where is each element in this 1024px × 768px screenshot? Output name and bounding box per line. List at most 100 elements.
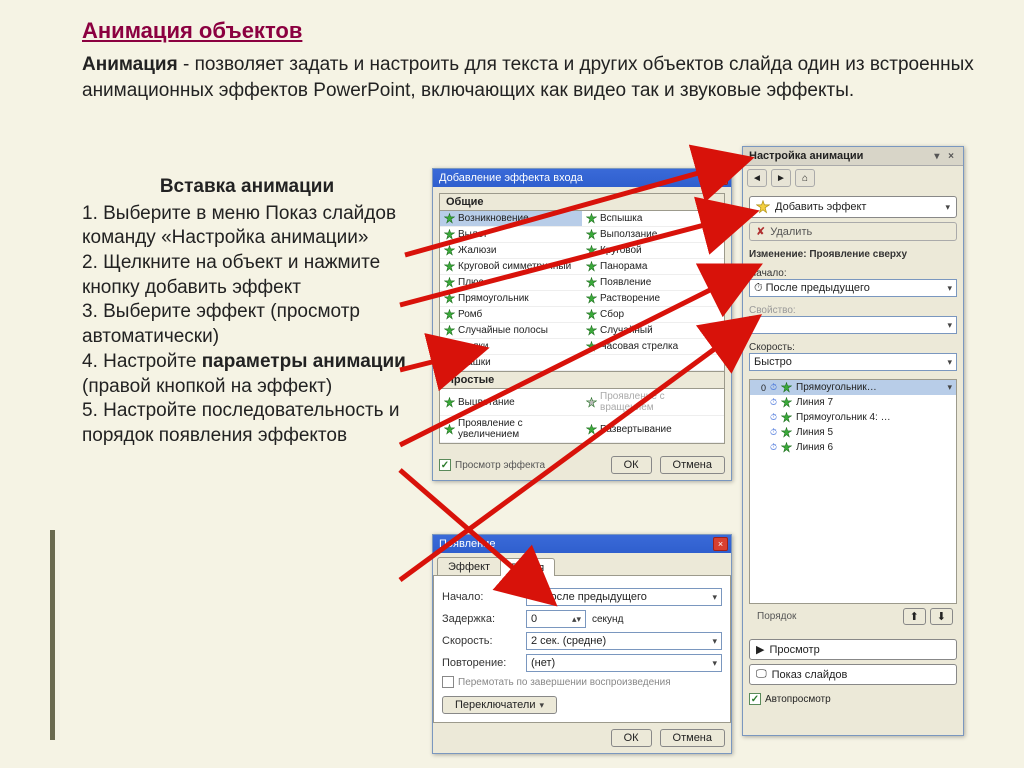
effects-grid-common[interactable]: ВозникновениеВспышкаВылетВыползаниеЖалюз… [439,211,725,372]
timing-dialog: Появление × Эффект Время Начало: ⏱ После… [432,534,732,754]
order-label: Порядок [753,611,796,622]
nav-fwd-icon[interactable]: ► [771,169,791,187]
page-title: Анимация объектов [0,0,1024,52]
step-2: 2. Щелкните на объект и нажмите кнопку д… [82,251,412,300]
tab-effect[interactable]: Эффект [437,557,501,575]
effect-item[interactable]: Выползание [582,227,724,243]
star-icon [781,382,792,393]
nav-back-icon[interactable]: ◄ [747,169,767,187]
repeat-select[interactable]: (нет)▾ [526,654,722,672]
star-icon [586,277,597,288]
effect-item[interactable]: Вылет [440,227,582,243]
delete-icon: ✘ [756,225,765,238]
effect-item[interactable]: Возникновение [440,211,582,227]
effect-item[interactable]: Часовая стрелка [582,339,724,355]
nav-home-icon[interactable]: ⌂ [795,169,815,187]
effect-item[interactable]: Выцветание [440,389,582,416]
delete-button[interactable]: ✘ Удалить [749,222,957,241]
effect-item[interactable]: Плюс [440,275,582,291]
effect-item[interactable]: Вспышка [582,211,724,227]
star-icon [781,442,792,453]
start-label: Начало: [442,591,520,603]
play-button[interactable]: ▶Просмотр [749,639,957,660]
close-icon[interactable]: × [713,171,728,185]
clock-icon: ⏱ [770,412,777,423]
clock-icon: ⏱ [770,382,777,393]
decorative-rule [50,530,55,740]
group-simple: Простые [439,372,725,389]
effect-item[interactable]: Случайный [582,323,724,339]
instruction-steps: Вставка анимации 1. Выберите в меню Пока… [82,175,412,449]
animation-task-pane: Настройка анимации ▾ × ◄ ► ⌂ Добавить эф… [742,146,964,736]
star-icon [586,309,597,320]
animation-list-item[interactable]: ⏱Линия 5 [750,425,956,440]
change-header: Изменение: Проявление сверху [749,249,957,260]
star-icon [444,261,455,272]
dialog-titlebar: Появление × [433,535,731,553]
effect-item[interactable]: Ромб [440,307,582,323]
effect-item[interactable]: Проявление с вращением [582,389,724,416]
pane-title: Настройка анимации [749,150,863,162]
effect-item[interactable]: Сбор [582,307,724,323]
play-icon: ▶ [756,643,764,656]
start-label: Начало: [749,268,957,279]
ok-button[interactable]: ОК [611,729,652,747]
star-icon [444,325,455,336]
delay-unit: секунд [592,614,623,625]
effect-item[interactable]: Появление [582,275,724,291]
add-effect-dialog: Добавление эффекта входа × Общие Возникн… [432,168,732,481]
intro-bold: Анимация [82,54,178,75]
star-icon [444,357,455,368]
pane-speed-select[interactable]: Быстро▾ [749,353,957,371]
star-icon [586,325,597,336]
tab-time[interactable]: Время [500,558,555,576]
effect-item[interactable] [582,355,724,371]
animation-list-item[interactable]: ⏱Прямоугольник 4: … [750,410,956,425]
start-select[interactable]: ⏱ После предыдущего▾ [526,588,722,606]
autopreview-checkbox[interactable]: ✓Автопросмотр [743,689,963,709]
pane-start-select[interactable]: ⏱ После предыдущего▾ [749,279,957,297]
effect-item[interactable]: Жалюзи [440,243,582,259]
star-icon [586,341,597,352]
close-icon[interactable]: × [713,537,728,551]
effect-item[interactable]: Развертывание [582,416,724,443]
effects-grid-simple[interactable]: ВыцветаниеПроявление с вращениемПроявлен… [439,389,725,444]
step-3: 3. Выберите эффект (просмотр автоматичес… [82,300,412,349]
delay-spinner[interactable]: 0▴▾ [526,610,586,628]
effect-item[interactable]: Проявление с увеличением [440,416,582,443]
animation-list-item[interactable]: ⏱Линия 7 [750,395,956,410]
pane-controls[interactable]: ▾ × [934,151,957,162]
effect-item[interactable]: Панорама [582,259,724,275]
preview-effect-checkbox[interactable]: ✓Просмотр эффекта [439,459,545,471]
order-up-button[interactable]: ⬆ [903,608,926,625]
cancel-button[interactable]: Отмена [660,729,725,747]
slideshow-button[interactable]: 🖵Показ слайдов [749,664,957,685]
star-icon [756,200,770,214]
effect-item[interactable]: Растворение [582,291,724,307]
effect-item[interactable]: Круговой симметричный [440,259,582,275]
rewind-checkbox[interactable]: Перемотать по завершении воспроизведения [458,677,671,688]
effect-item[interactable]: Случайные полосы [440,323,582,339]
star-icon [444,245,455,256]
effect-item[interactable]: Уголки [440,339,582,355]
animation-list-item[interactable]: ⏱Линия 6 [750,440,956,455]
star-icon [444,293,455,304]
order-down-button[interactable]: ⬇ [930,608,953,625]
effect-item[interactable]: Шашки [440,355,582,371]
animation-list-item[interactable]: 0⏱Прямоугольник…▾ [750,380,956,395]
switches-button[interactable]: Переключатели▾ [442,696,557,714]
star-icon [444,341,455,352]
effect-item[interactable]: Прямоугольник [440,291,582,307]
repeat-label: Повторение: [442,657,520,669]
cancel-button[interactable]: Отмена [660,456,725,474]
animation-list[interactable]: 0⏱Прямоугольник…▾⏱Линия 7⏱Прямоугольник … [749,379,957,604]
speed-label: Скорость: [442,635,520,647]
star-icon [444,277,455,288]
slideshow-icon: 🖵 [756,668,767,681]
speed-select[interactable]: 2 сек. (средне)▾ [526,632,722,650]
star-icon [586,213,597,224]
effect-item[interactable]: Круговой [582,243,724,259]
step-4: 4. Настройте параметры анимации (правой … [82,350,412,399]
ok-button[interactable]: ОК [611,456,652,474]
add-effect-button[interactable]: Добавить эффект ▾ [749,196,957,218]
